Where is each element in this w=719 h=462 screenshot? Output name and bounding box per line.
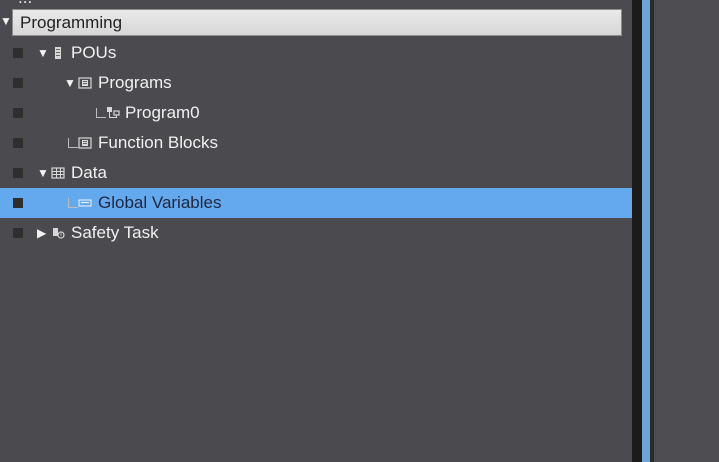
pane-divider[interactable] [632,0,642,462]
data-table-icon [51,167,65,179]
tree-item-program0[interactable]: Program0 [0,98,632,128]
program-icon [107,107,120,118]
row-checkbox[interactable] [13,198,23,208]
function-blocks-icon [78,137,92,149]
section-header-box[interactable]: Programming [12,9,622,36]
tree-connector [68,138,78,148]
row-checkbox[interactable] [13,168,23,178]
tree-item-pous[interactable]: ▼ POUs [0,38,632,68]
row-checkbox[interactable] [13,48,23,58]
tree-item-label: Global Variables [98,193,222,212]
tree-item-label: Safety Task [71,223,159,242]
tree-item-safety-task[interactable]: ▶ Safety Task [0,218,632,248]
tree-item-function-blocks[interactable]: Function Blocks [0,128,632,158]
pane-divider-accent [642,0,650,462]
tree-item-label: Function Blocks [98,133,218,152]
triangle-down-icon[interactable]: ▼ [37,46,49,60]
triangle-down-icon[interactable]: ▼ [0,14,12,28]
tree-item-data[interactable]: ▼ Data [0,158,632,188]
tree-item-programs[interactable]: ▼ Programs [0,68,632,98]
row-checkbox[interactable] [13,138,23,148]
tree-item-label: Data [71,163,107,182]
editor-pane [654,0,719,462]
tree-item-label: POUs [71,43,117,62]
safety-task-icon [53,228,65,239]
section-title: Programming [20,13,123,32]
clipped-item-label: ... [18,0,32,7]
triangle-right-icon[interactable]: ▶ [37,226,49,240]
global-variables-icon [78,199,92,207]
pous-icon [55,47,61,59]
row-checkbox[interactable] [13,108,23,118]
tree-item-label: Program0 [125,103,200,122]
tree-connector [68,198,78,208]
tree-connector [96,108,106,118]
section-header-programming[interactable]: ▼ Programming [0,8,624,38]
tree-panel: ... ▼ Programming ▼ POUs ▼ [0,0,632,462]
tree-item-global-variables[interactable]: Global Variables [0,188,632,218]
row-checkbox[interactable] [13,78,23,88]
row-checkbox[interactable] [13,228,23,238]
tree-item-label: Programs [98,73,172,92]
triangle-down-icon[interactable]: ▼ [64,76,76,90]
multiview-explorer: ... ▼ Programming ▼ POUs ▼ [0,0,719,462]
programs-folder-icon [78,77,92,89]
triangle-down-icon[interactable]: ▼ [37,166,49,180]
